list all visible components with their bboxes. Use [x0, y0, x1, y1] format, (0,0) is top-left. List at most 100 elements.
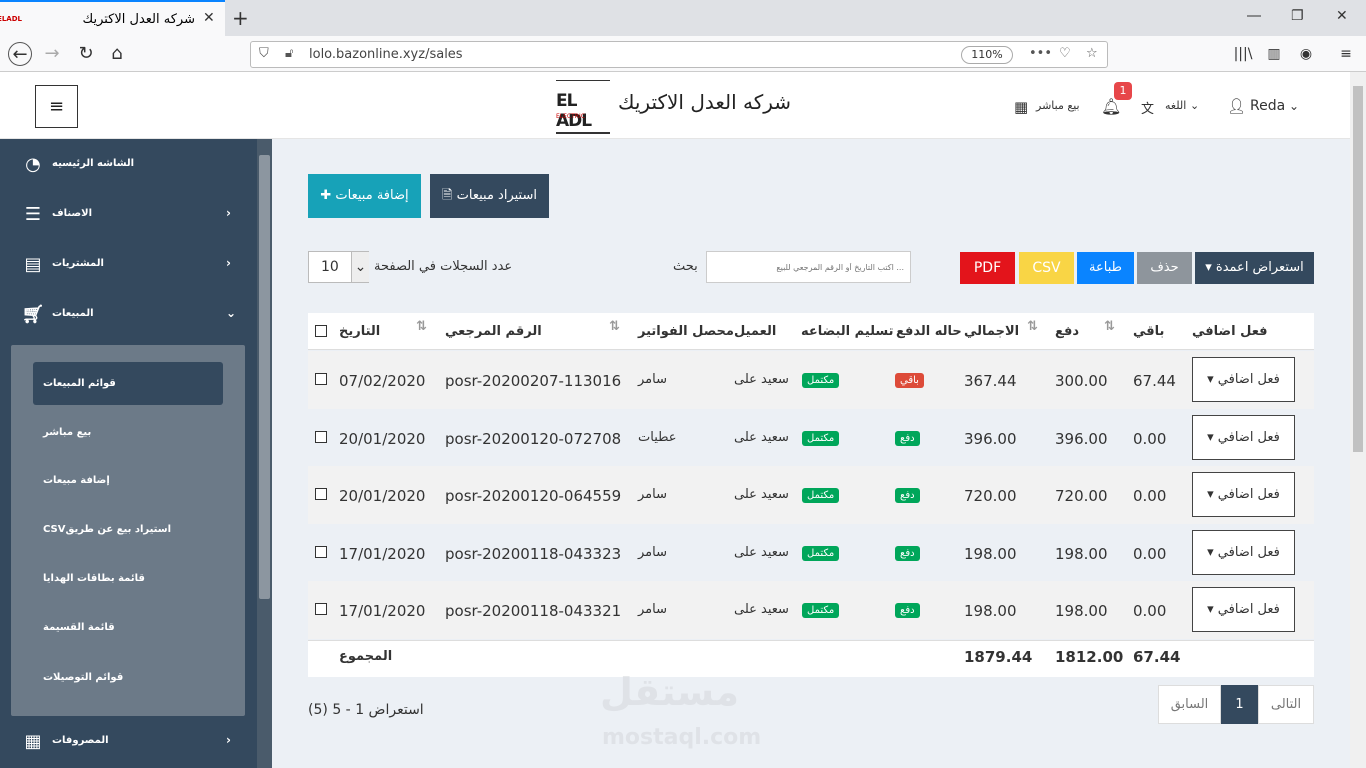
url-bar[interactable]: ⛉ 🔓︎ lolo.bazonline.xyz/sales 110% ••• ♡…	[250, 41, 1108, 68]
footer-total: 1879.44	[964, 648, 1033, 666]
url-text: lolo.bazonline.xyz/sales	[309, 47, 463, 62]
row-action-button[interactable]: فعل اضافي ▾	[1192, 357, 1295, 402]
th-total[interactable]: الاجمالي	[964, 324, 1019, 339]
submenu-coupons[interactable]: قائمة القسيمة	[33, 606, 223, 649]
cell-paid: 198.00	[1055, 602, 1108, 620]
insecure-lock-icon[interactable]: 🔓︎	[285, 46, 293, 61]
submenu-sales-list[interactable]: قوائم المبيعات	[33, 362, 223, 405]
sidebar-toggle-icon[interactable]: ▥	[1262, 42, 1286, 66]
pocket-icon[interactable]: ♡	[1059, 46, 1071, 61]
add-sales-button[interactable]: ✚ إضافة مبيعات	[308, 174, 421, 218]
bookmark-star-icon[interactable]: ☆	[1086, 46, 1098, 61]
menu-icon[interactable]: ≡	[1334, 42, 1358, 66]
reload-icon[interactable]: ↻	[74, 42, 98, 66]
footer-due: 67.44	[1133, 648, 1181, 666]
import-sales-button[interactable]: 🗎︎ استيراد مبيعات	[430, 174, 549, 218]
th-collector[interactable]: محصل الفواتير	[638, 324, 734, 339]
caret-down-icon: ▾	[1207, 429, 1214, 445]
submenu-pos[interactable]: بيع مباشر	[33, 411, 223, 454]
sort-icon[interactable]: ⇅	[609, 319, 620, 334]
chevron-down-icon: ⌄	[226, 306, 237, 320]
receipt-icon: ▤	[24, 254, 42, 275]
page-scrollbar[interactable]	[1350, 72, 1366, 768]
direct-sale-link[interactable]: بيع مباشر	[1036, 99, 1080, 112]
close-window-icon[interactable]: ✕	[1336, 8, 1348, 24]
browser-tab[interactable]: ELADL شركه العدل الاكتريك ✕	[0, 0, 225, 36]
restore-icon[interactable]: ❐	[1291, 8, 1304, 24]
submenu-import-csv[interactable]: CSVاستيراد بيع عن طريق	[33, 508, 223, 551]
cell-due: 0.00	[1133, 429, 1167, 448]
row-checkbox[interactable]	[315, 488, 327, 500]
user-dropdown[interactable]: Reda	[1250, 98, 1285, 114]
th-customer[interactable]: العميل	[734, 324, 776, 339]
th-due[interactable]: باقي	[1133, 324, 1164, 339]
row-checkbox[interactable]	[315, 603, 327, 615]
sidebar-item-products[interactable]: ☰ الاصناف ‹	[0, 196, 255, 236]
submenu-add-sale[interactable]: إضافة مبيعات	[33, 459, 223, 502]
cell-due: 0.00	[1133, 544, 1167, 563]
columns-visibility-button[interactable]: ▾ استعراض اعمدة	[1195, 252, 1314, 284]
language-dropdown[interactable]: اللغه	[1165, 99, 1186, 112]
sidebar: ◔ الشاشه الرئيسيه ☰ الاصناف ‹ ▤ المشتريا…	[0, 139, 272, 768]
next-page-button[interactable]: التالى	[1258, 685, 1314, 724]
minimize-icon[interactable]: ―	[1247, 8, 1261, 24]
row-checkbox[interactable]	[315, 373, 327, 385]
th-ref[interactable]: الرقم المرجعي	[445, 324, 542, 339]
print-button[interactable]: طباعة	[1077, 252, 1134, 284]
csv-button[interactable]: CSV	[1019, 252, 1074, 284]
sidebar-item-purchases[interactable]: ▤ المشتريات ‹	[0, 246, 255, 286]
th-delivery[interactable]: تسليم البضاعه	[801, 324, 894, 339]
shield-icon[interactable]: ⛉	[259, 46, 269, 61]
pdf-button[interactable]: PDF	[960, 252, 1015, 284]
hamburger-menu-button[interactable]: ≡	[35, 85, 78, 128]
list-icon: ☰	[24, 204, 42, 225]
chevron-left-icon: ‹	[226, 206, 231, 220]
cell-due: 0.00	[1133, 602, 1167, 620]
current-page-button[interactable]: 1	[1221, 685, 1258, 724]
select-all-checkbox[interactable]	[315, 325, 327, 337]
submenu-gift-cards[interactable]: قائمة بطاقات الهدايا	[33, 557, 223, 600]
chevron-down-icon: ⌄	[351, 252, 369, 282]
dashboard-gauge-icon: ◔	[25, 154, 41, 175]
new-tab-icon[interactable]: +	[232, 6, 249, 30]
sort-icon[interactable]: ⇅	[1027, 319, 1038, 334]
cell-due: 0.00	[1133, 487, 1167, 505]
prev-page-button[interactable]: السابق	[1158, 685, 1221, 724]
delivery-status-badge: مكتمل	[802, 430, 840, 446]
delete-button[interactable]: حذف	[1137, 252, 1192, 284]
cell-paid: 396.00	[1055, 429, 1108, 448]
th-payment[interactable]: حاله الدفع	[896, 324, 962, 339]
row-action-button[interactable]: فعل اضافي ▾	[1192, 587, 1295, 632]
row-action-button[interactable]: فعل اضافي ▾	[1192, 414, 1295, 460]
cell-customer: سعيد على	[734, 602, 789, 617]
sort-icon[interactable]: ⇅	[416, 319, 427, 334]
close-tab-icon[interactable]: ✕	[203, 10, 215, 26]
cell-collector: عطيات	[638, 429, 677, 445]
sidebar-item-dashboard[interactable]: ◔ الشاشه الرئيسيه	[0, 146, 255, 186]
more-icon[interactable]: •••	[1029, 46, 1052, 61]
row-action-button[interactable]: فعل اضافي ▾	[1192, 529, 1295, 575]
row-checkbox[interactable]	[315, 545, 327, 558]
th-paid[interactable]: دفع	[1055, 324, 1079, 339]
row-action-button[interactable]: فعل اضافي ▾	[1192, 472, 1295, 517]
per-page-select[interactable]: 10 ⌄	[308, 251, 369, 283]
cell-date: 20/01/2020	[339, 429, 426, 448]
th-date[interactable]: التاريخ	[339, 324, 380, 339]
library-icon[interactable]: |||\	[1231, 42, 1255, 66]
account-icon[interactable]: ◉	[1294, 42, 1318, 66]
tab-title: شركه العدل الاكتريك	[82, 12, 196, 27]
sidebar-item-sales[interactable]: 🛒︎ المبيعات ⌄	[0, 296, 255, 336]
submenu-deliveries[interactable]: قوائم التوصيلات	[33, 656, 223, 699]
forward-icon[interactable]: →	[40, 42, 64, 66]
search-input[interactable]	[706, 251, 911, 283]
row-checkbox[interactable]	[315, 430, 327, 443]
back-icon[interactable]: ←	[8, 42, 32, 66]
sort-icon[interactable]: ⇅	[1104, 319, 1115, 334]
sidebar-item-expenses[interactable]: ▦ المصروفات ‹	[0, 723, 255, 763]
zoom-level[interactable]: 110%	[961, 46, 1013, 64]
th-action[interactable]: فعل اضافي	[1192, 324, 1268, 339]
language-icon: 文	[1141, 102, 1155, 117]
home-icon[interactable]: ⌂	[105, 42, 129, 66]
cell-total: 720.00	[964, 487, 1017, 505]
sidebar-scrollbar[interactable]	[257, 139, 272, 768]
